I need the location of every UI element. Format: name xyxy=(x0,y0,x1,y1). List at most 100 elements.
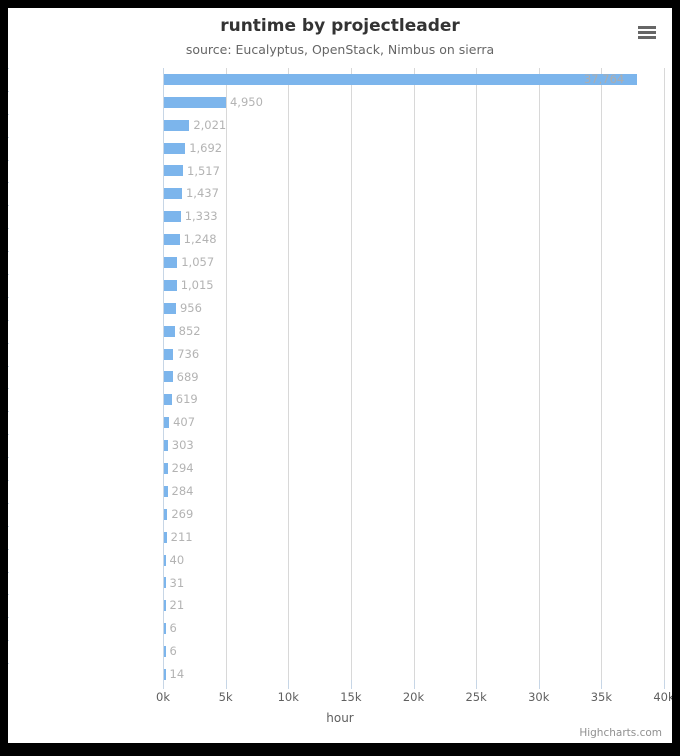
bar-value-label: 956 xyxy=(179,300,202,315)
bar[interactable] xyxy=(164,165,183,177)
bar-value-label: 303 xyxy=(171,438,194,453)
bar-row[interactable]: Ilkay Altintas1,057 xyxy=(8,251,664,274)
bar[interactable] xyxy=(164,508,168,520)
hamburger-bar-2 xyxy=(638,31,656,34)
bar-row[interactable]: Jonathan Klinginsmith1,248 xyxy=(8,228,664,251)
bar-row[interactable]: Thomas Fahringer21 xyxy=(8,594,664,617)
bar[interactable] xyxy=(164,279,177,291)
y-axis-tick-mark xyxy=(8,480,9,481)
bar[interactable] xyxy=(164,73,637,85)
bar[interactable] xyxy=(164,623,166,635)
y-axis-tick-mark xyxy=(8,182,9,184)
y-axis-tick-mark xyxy=(8,205,9,207)
y-axis-tick-mark xyxy=(8,251,9,253)
chart-canvas: runtime by projectleader source: Eucalyp… xyxy=(8,8,672,743)
bar[interactable] xyxy=(164,188,182,200)
bar-row[interactable]: Randall Sobie37,764 xyxy=(8,68,664,91)
bar-row[interactable]: Andy Li1,437 xyxy=(8,182,664,205)
bar-row[interactable]: Shava Smallen852 xyxy=(8,319,664,343)
bar-row[interactable]: Massimo Canonico6 xyxy=(8,617,664,640)
bar[interactable] xyxy=(164,463,168,475)
bar-row[interactable]: Theron Voran294 xyxy=(8,457,664,480)
credits-label: Highcharts.com xyxy=(579,727,662,739)
x-axis-tick-label: 5k xyxy=(218,690,233,704)
bar-row[interactable]: Keith Bisset284 xyxy=(8,480,664,503)
bar-value-label: 4,950 xyxy=(229,94,263,109)
bar-row[interactable]: John Lockman303 xyxy=(8,434,664,457)
bar-value-label: 1,248 xyxy=(183,232,217,247)
bar-value-label: 1,517 xyxy=(187,163,220,178)
bar-value-label: 1,057 xyxy=(181,255,215,270)
bar[interactable] xyxy=(164,325,175,337)
bar-value-label: 407 xyxy=(173,415,196,430)
bar[interactable] xyxy=(164,302,176,314)
bar-row[interactable]: Jan Balewski1,333 xyxy=(8,205,664,228)
bar[interactable] xyxy=(164,646,166,658)
chart-subtitle: source: Eucalyptus, OpenStack, Nimbus on… xyxy=(185,42,495,57)
bar-value-label: 1,437 xyxy=(185,186,219,201)
bar-value-label: 6 xyxy=(169,644,177,659)
bar-row[interactable]: Gregor von Laszewski1,517 xyxy=(8,159,664,183)
bar-row[interactable]: Renato Figueiredo211 xyxy=(8,525,664,549)
x-axis-tick-mark xyxy=(225,680,227,689)
y-axis-tick-mark xyxy=(8,594,9,596)
y-axis-tick-mark xyxy=(8,274,9,275)
y-axis-tick-mark xyxy=(8,159,9,161)
bar-row[interactable]: Pierre Riteau956 xyxy=(8,296,664,320)
bar-row[interactable]: Yong-Yeol Ahn269 xyxy=(8,502,664,526)
bar-value-label: 21 xyxy=(169,598,185,613)
x-axis-tick-label: 30k xyxy=(528,690,550,704)
bar[interactable] xyxy=(164,394,172,406)
bar-value-label: 294 xyxy=(171,461,194,476)
y-axis-tick-mark xyxy=(8,502,9,504)
y-axis-tick-mark xyxy=(8,228,9,230)
y-axis-tick-mark xyxy=(8,617,9,619)
y-axis-tick-mark xyxy=(8,365,9,367)
y-axis-tick-mark xyxy=(8,571,9,573)
bar-row[interactable]: ibrahim hallac2,021 xyxy=(8,113,664,137)
bar-row[interactable]: Shiyong Lu40 xyxy=(8,548,664,572)
x-axis-tick-label: 10k xyxy=(277,690,299,704)
y-axis-tick-mark xyxy=(8,113,9,115)
bar[interactable] xyxy=(164,234,180,246)
hamburger-menu-icon[interactable] xyxy=(635,21,659,43)
x-axis-tick-mark xyxy=(350,680,352,689)
bar[interactable] xyxy=(164,669,166,681)
x-axis-tick-mark xyxy=(288,680,290,689)
bar-row[interactable]: Nirav Merchant619 xyxy=(8,388,664,411)
bar[interactable] xyxy=(164,600,166,612)
y-axis-tick-mark xyxy=(8,90,9,92)
bar[interactable] xyxy=(164,577,166,589)
bar-row[interactable]: Dirk Grunwald1,692 xyxy=(8,136,664,160)
bar[interactable] xyxy=(164,96,226,108)
bar[interactable] xyxy=(164,485,168,497)
bar-row[interactable]: Rahul Limbole6 xyxy=(8,640,664,663)
bar-row[interactable]: Wilson Rivera31 xyxy=(8,571,664,595)
y-axis-tick-mark xyxy=(8,457,9,459)
bar-row[interactable]: Philip Rhodes407 xyxy=(8,411,664,434)
x-axis-tick-mark xyxy=(601,680,603,689)
bar-row[interactable]: Carl Walasek689 xyxy=(8,365,664,389)
bar[interactable] xyxy=(164,257,178,269)
bar[interactable] xyxy=(164,211,181,223)
x-axis-tick-label: 40k xyxy=(653,690,672,704)
bar-value-label: 1,015 xyxy=(180,278,214,292)
bar-value-label: 284 xyxy=(171,484,194,498)
x-axis-tick-label: 15k xyxy=(340,690,362,704)
x-axis-labels: 0k 5k 10k 15k 20k 25k 30k 35k 40k xyxy=(156,680,672,708)
bar-value-label: 269 xyxy=(171,506,194,521)
bar[interactable] xyxy=(164,417,170,429)
bar[interactable] xyxy=(164,348,174,360)
x-axis-tick-mark xyxy=(413,680,415,689)
bar[interactable] xyxy=(164,554,166,566)
bar[interactable] xyxy=(164,371,173,383)
bar-value-label: 736 xyxy=(177,346,200,361)
bar[interactable] xyxy=(164,531,167,543)
bar-row[interactable]: Paolo Romano4,950 xyxy=(8,90,664,114)
bar-row[interactable]: Lavanya Ramakrishnan736 xyxy=(8,342,664,366)
bar[interactable] xyxy=(164,440,168,452)
gridline xyxy=(664,68,665,686)
bar-row[interactable]: Tirtha Bhattacharjee1,015 xyxy=(8,274,664,297)
bar[interactable] xyxy=(164,142,186,154)
bar[interactable] xyxy=(164,119,190,131)
